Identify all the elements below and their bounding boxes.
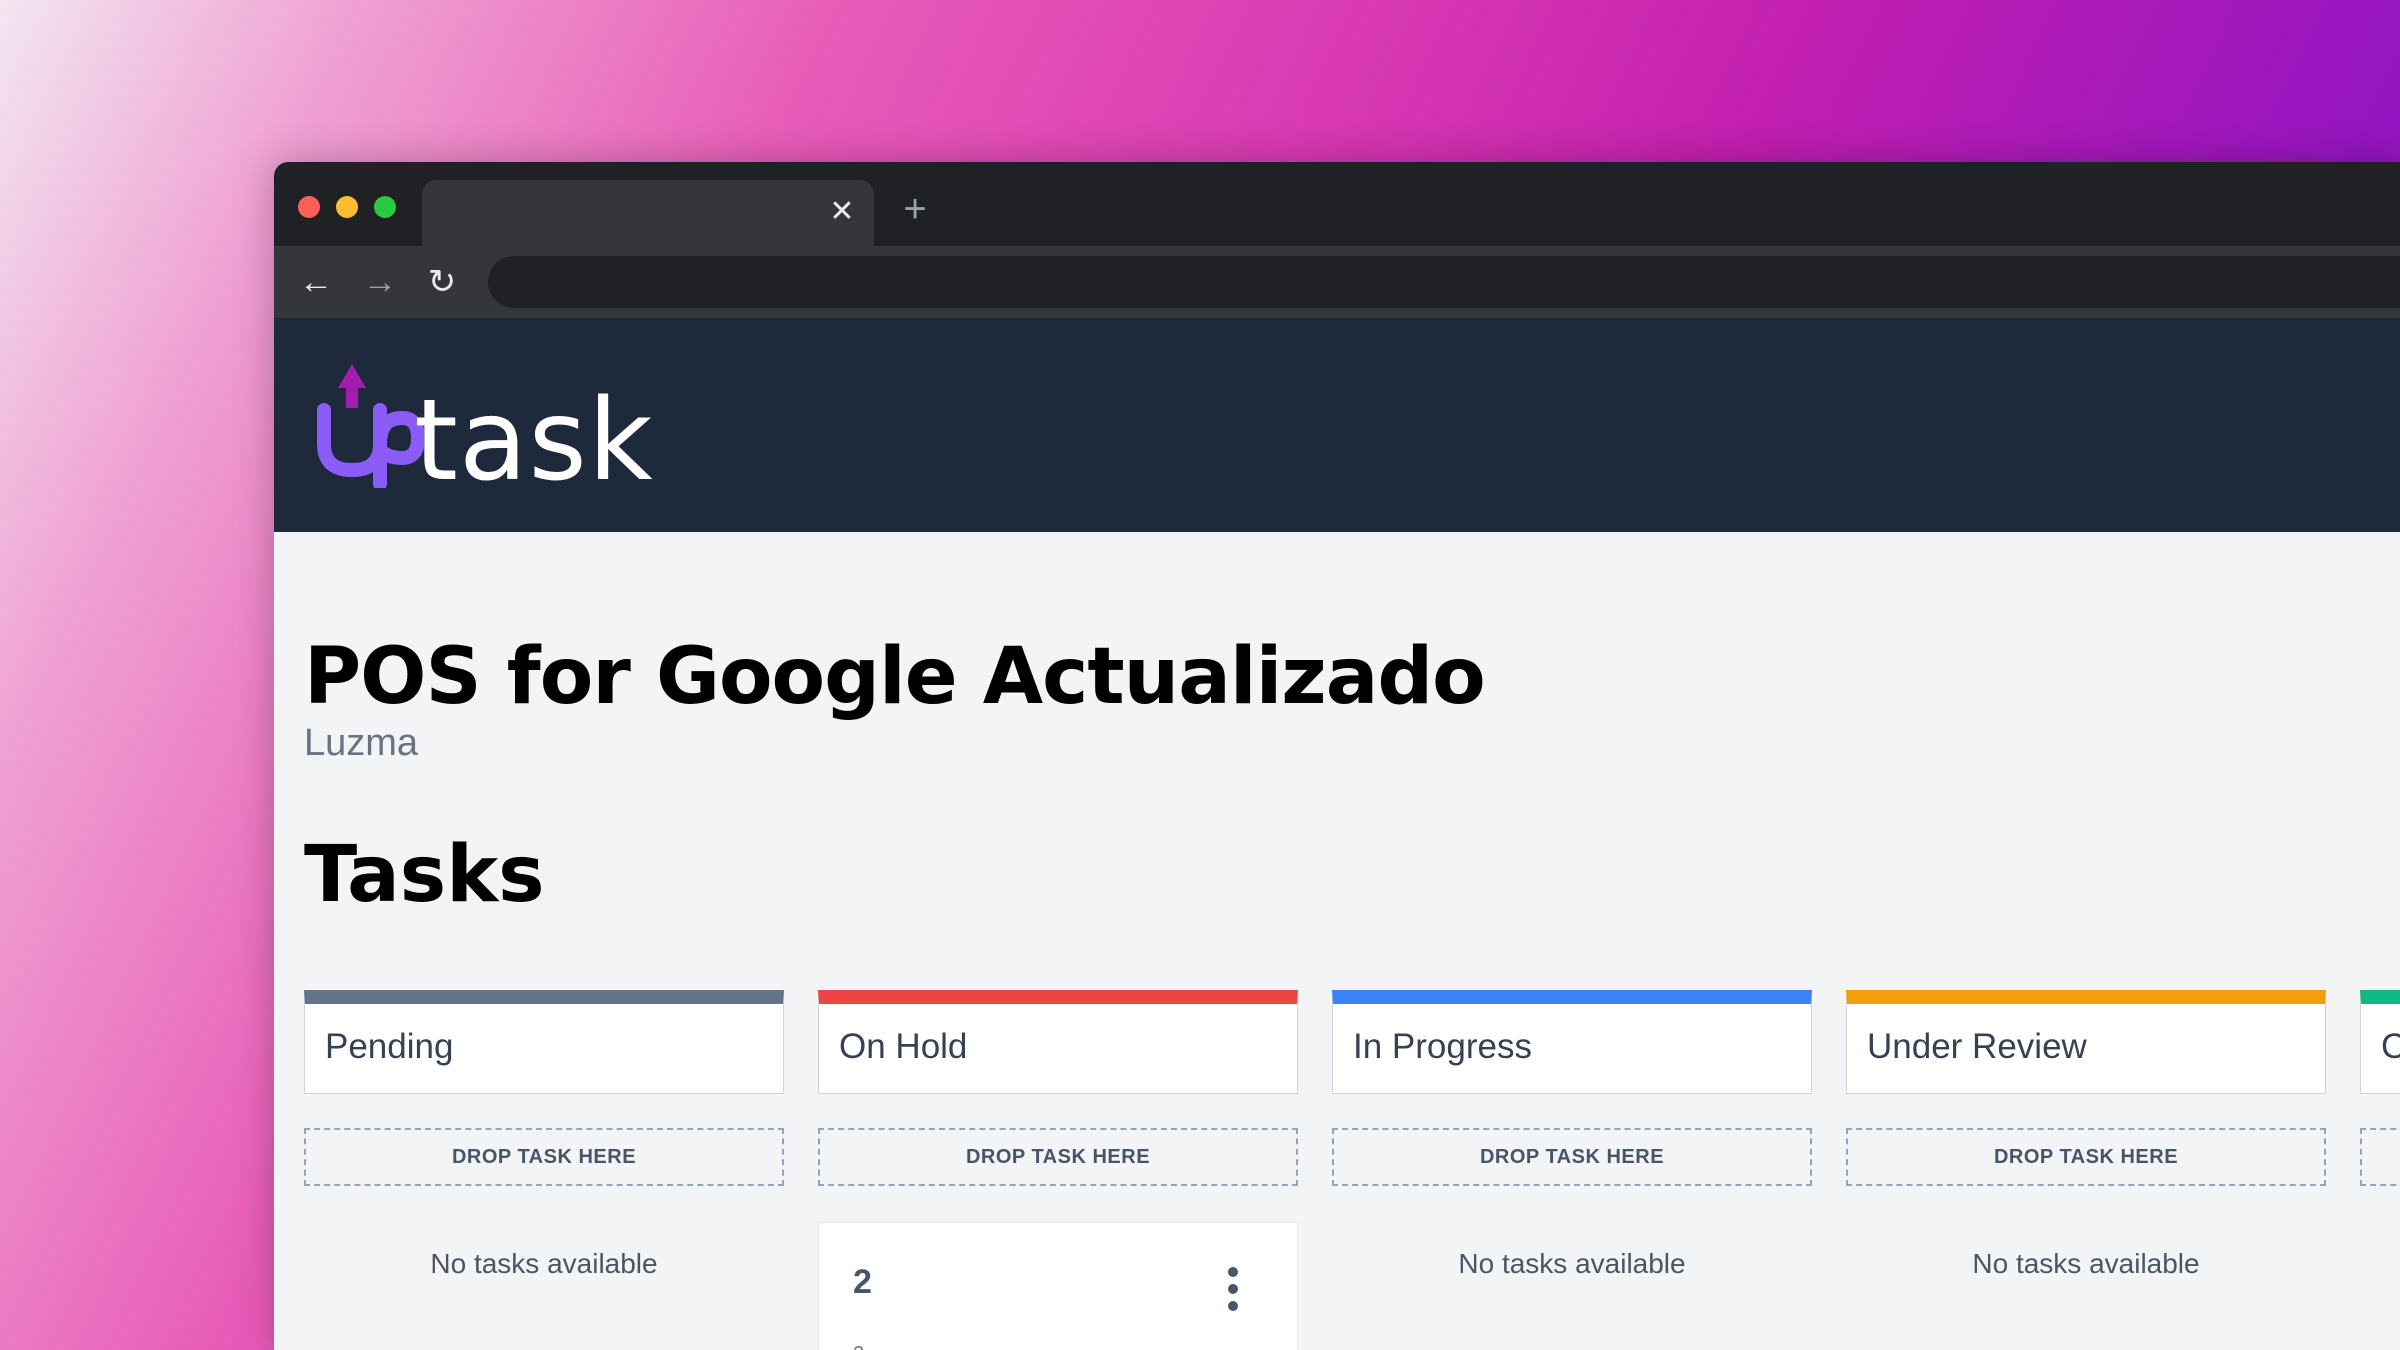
app-header: task <box>274 318 2400 532</box>
drop-zone-completed[interactable] <box>2360 1128 2400 1186</box>
new-tab-button[interactable]: + <box>898 189 932 229</box>
browser-window: ✕ + ← → ↻ task POS for Google Actualizad… <box>274 162 2400 1350</box>
column-header-on-hold: On Hold <box>818 990 1298 1094</box>
back-arrow-icon[interactable]: ← <box>298 264 334 300</box>
column-header-in-progress: In Progress <box>1332 990 1812 1094</box>
logo-up-mark <box>317 364 424 488</box>
minimize-window-button[interactable] <box>336 196 358 218</box>
drop-zone-under-review[interactable]: DROP TASK HERE <box>1846 1128 2326 1186</box>
column-header-completed: C <box>2360 990 2400 1094</box>
forward-arrow-icon[interactable]: → <box>362 264 398 300</box>
empty-tasks-message: No tasks available <box>430 1248 658 1279</box>
column-pending: Pending DROP TASK HERE No tasks availabl… <box>304 990 784 1280</box>
empty-tasks-message: No tasks available <box>1458 1248 1686 1279</box>
close-icon[interactable]: ✕ <box>828 197 856 227</box>
drop-zone-on-hold[interactable]: DROP TASK HERE <box>818 1128 1298 1186</box>
task-description: 2 <box>853 1343 864 1350</box>
browser-toolbar: ← → ↻ <box>274 246 2400 318</box>
uptask-logo[interactable]: task <box>314 358 674 506</box>
logo-wordmark: task <box>414 376 654 506</box>
browser-tab[interactable]: ✕ <box>422 180 874 246</box>
drop-zone-pending[interactable]: DROP TASK HERE <box>304 1128 784 1186</box>
task-card[interactable]: 2 2 <box>818 1222 1298 1350</box>
address-bar[interactable] <box>488 256 2400 308</box>
task-name[interactable]: 2 <box>853 1263 872 1302</box>
column-completed: C <box>2360 990 2400 1186</box>
column-header-pending: Pending <box>304 990 784 1094</box>
project-title: POS for Google Actualizado <box>304 632 1486 722</box>
column-on-hold: On Hold DROP TASK HERE 2 2 <box>818 990 1298 1350</box>
tasks-heading: Tasks <box>304 830 545 920</box>
close-window-button[interactable] <box>298 196 320 218</box>
column-under-review: Under Review DROP TASK HERE No tasks ava… <box>1846 990 2326 1280</box>
drop-zone-in-progress[interactable]: DROP TASK HERE <box>1332 1128 1812 1186</box>
reload-icon[interactable]: ↻ <box>424 264 460 300</box>
project-details: POS for Google Actualizado Luzma Tasks P… <box>304 532 2400 1350</box>
browser-titlebar: ✕ + <box>274 162 2400 246</box>
maximize-window-button[interactable] <box>374 196 396 218</box>
more-options-icon[interactable] <box>1227 1267 1239 1315</box>
column-in-progress: In Progress DROP TASK HERE No tasks avai… <box>1332 990 1812 1280</box>
empty-tasks-message: No tasks available <box>1972 1248 2200 1279</box>
client-name: Luzma <box>304 722 419 764</box>
column-header-under-review: Under Review <box>1846 990 2326 1094</box>
